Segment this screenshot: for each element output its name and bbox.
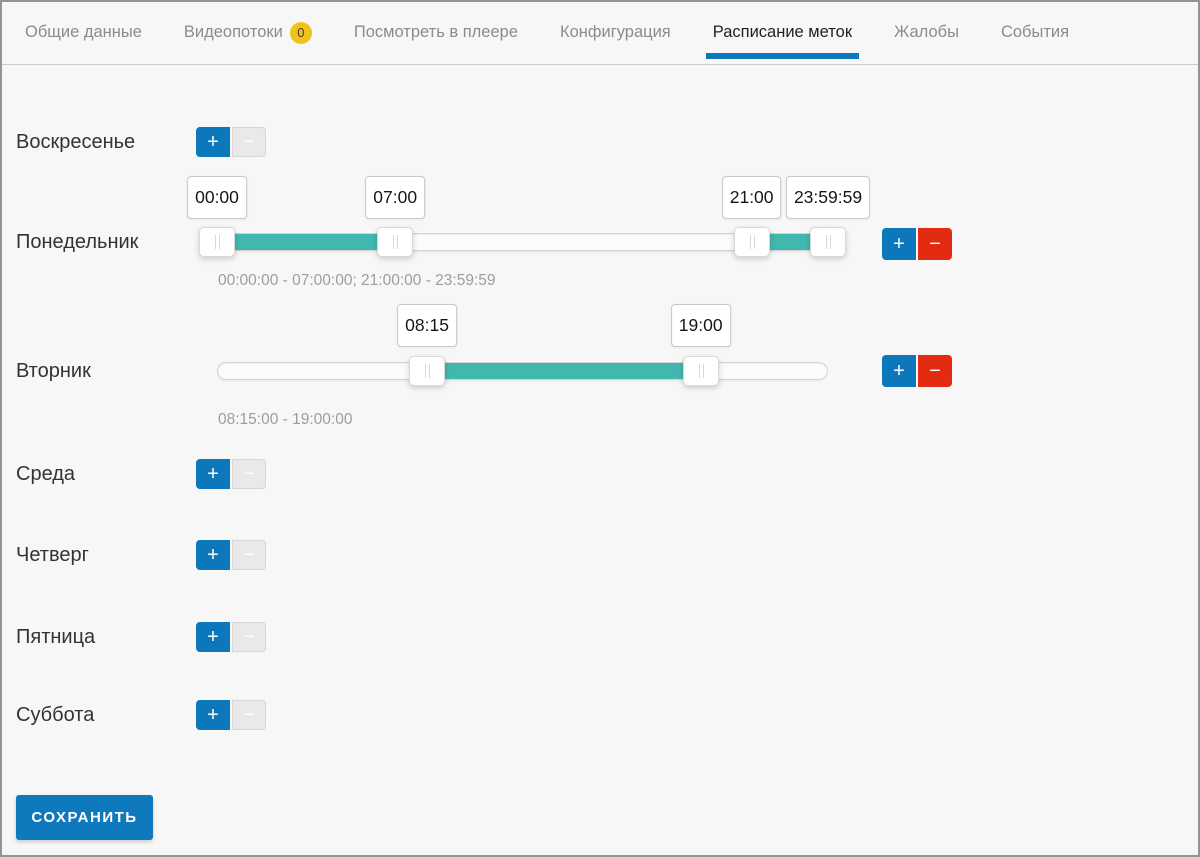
slider-handle[interactable] (810, 227, 846, 257)
add-range-button[interactable]: + (196, 700, 230, 730)
slider-track[interactable] (217, 362, 828, 380)
range-buttons: + − (196, 459, 266, 489)
remove-range-button[interactable]: − (232, 127, 266, 157)
tab-label: Общие данные (25, 23, 142, 42)
tab-label: Расписание меток (713, 23, 852, 42)
save-button[interactable]: СОХРАНИТЬ (16, 795, 153, 840)
day-row-thursday: Четверг + − (16, 540, 266, 570)
time-value-box[interactable]: 19:00 (671, 304, 731, 347)
tab-video-streams[interactable]: Видеопотоки 0 (163, 2, 333, 59)
tab-label: Конфигурация (560, 23, 671, 42)
day-row-sunday: Воскресенье + − (16, 127, 266, 157)
range-summary: 08:15:00 - 19:00:00 (218, 411, 352, 429)
time-value-box[interactable]: 08:15 (397, 304, 457, 347)
time-value-box[interactable]: 21:00 (722, 176, 782, 219)
tab-label: Жалобы (894, 23, 959, 42)
tab-general[interactable]: Общие данные (4, 2, 163, 59)
remove-range-button[interactable]: − (232, 700, 266, 730)
remove-range-button[interactable]: − (918, 355, 952, 387)
day-label: Воскресенье (16, 128, 196, 156)
add-range-button[interactable]: + (882, 228, 916, 260)
slider-handle[interactable] (683, 356, 719, 386)
tab-complaints[interactable]: Жалобы (873, 2, 980, 59)
day-row-friday: Пятница + − (16, 622, 266, 652)
day-label: Четверг (16, 541, 196, 569)
range-buttons: + − (196, 700, 266, 730)
range-buttons: + − (196, 127, 266, 157)
remove-range-button[interactable]: − (232, 622, 266, 652)
day-label: Среда (16, 460, 196, 488)
slider-handle[interactable] (377, 227, 413, 257)
range-buttons: + − (196, 622, 266, 652)
remove-range-button[interactable]: − (232, 459, 266, 489)
tab-bar: Общие данные Видеопотоки 0 Посмотреть в … (2, 2, 1198, 65)
tab-watch-in-player[interactable]: Посмотреть в плеере (333, 2, 539, 59)
remove-range-button[interactable]: − (232, 540, 266, 570)
tab-events[interactable]: События (980, 2, 1090, 59)
slider-handle[interactable] (199, 227, 235, 257)
add-range-button[interactable]: + (196, 622, 230, 652)
day-label: Вторник (16, 357, 196, 385)
tab-label: События (1001, 23, 1069, 42)
time-value-box[interactable]: 00:00 (187, 176, 247, 219)
tab-label: Видеопотоки (184, 23, 283, 42)
day-label: Суббота (16, 701, 196, 729)
day-label: Понедельник (16, 228, 196, 256)
page: Общие данные Видеопотоки 0 Посмотреть в … (0, 0, 1200, 857)
tab-tag-schedule[interactable]: Расписание меток (692, 2, 873, 59)
slider-range-fill (218, 234, 396, 250)
slider-handle[interactable] (734, 227, 770, 257)
time-value-box[interactable]: 07:00 (365, 176, 425, 219)
remove-range-button[interactable]: − (918, 228, 952, 260)
day-label: Пятница (16, 623, 196, 651)
tab-label: Посмотреть в плеере (354, 23, 518, 42)
range-buttons: + − (196, 540, 266, 570)
slider-handle[interactable] (409, 356, 445, 386)
add-range-button[interactable]: + (196, 127, 230, 157)
range-buttons: + − (882, 355, 952, 387)
tab-configuration[interactable]: Конфигурация (539, 2, 692, 59)
add-range-button[interactable]: + (196, 540, 230, 570)
day-row-wednesday: Среда + − (16, 459, 266, 489)
range-buttons: + − (882, 228, 952, 260)
add-range-button[interactable]: + (882, 355, 916, 387)
slider-range-fill (427, 363, 700, 379)
tab-count-badge: 0 (290, 22, 312, 44)
day-row-saturday: Суббота + − (16, 700, 266, 730)
add-range-button[interactable]: + (196, 459, 230, 489)
time-value-box[interactable]: 23:59:59 (786, 176, 870, 219)
range-summary: 00:00:00 - 07:00:00; 21:00:00 - 23:59:59 (218, 272, 496, 290)
